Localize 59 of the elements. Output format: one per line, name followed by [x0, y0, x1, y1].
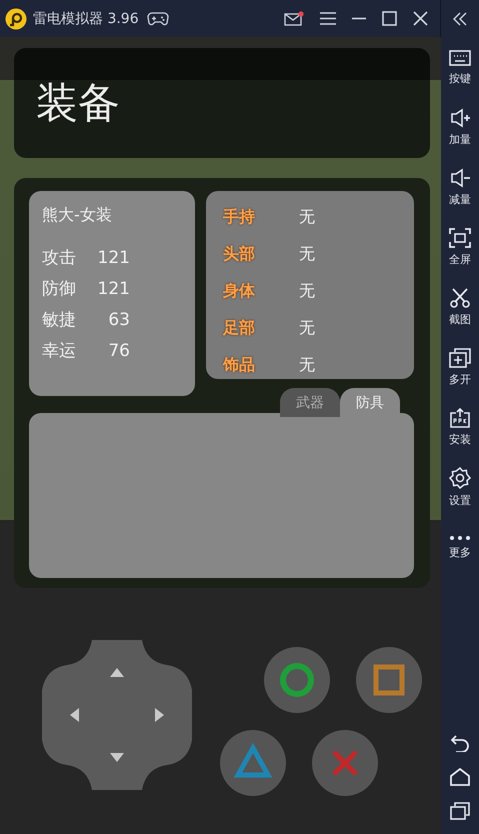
multi-window-icon [449, 348, 471, 368]
menu-button[interactable] [318, 10, 338, 27]
keyboard-icon [449, 48, 471, 66]
sidebar-button[interactable]: 更多 [449, 517, 471, 577]
install-icon [449, 408, 471, 428]
sidebar-button[interactable]: 减量 [449, 157, 471, 217]
maximize-button[interactable] [380, 9, 399, 28]
volume-up-icon [449, 108, 471, 128]
menu-icon [320, 12, 336, 25]
slot-value: 无 [299, 207, 315, 228]
stat-label: 攻击 [42, 247, 77, 269]
cross-button-icon[interactable] [312, 730, 378, 796]
slot-label: 饰品 [223, 355, 256, 376]
slot-value: 无 [299, 281, 315, 302]
stat-value: 63 [107, 310, 130, 330]
stat-value: 76 [107, 340, 130, 360]
sidebar-button[interactable]: 设置 [449, 457, 471, 517]
stat-label: 防御 [42, 278, 77, 300]
sidebar-button[interactable]: 全屏 [449, 217, 471, 277]
circle-button-icon[interactable] [264, 647, 330, 713]
window-title: 雷电模拟器 3.96 [33, 10, 139, 28]
slot-label: 足部 [223, 318, 256, 339]
sidebar-button[interactable]: 按键 [449, 37, 471, 97]
sidebar-button[interactable]: 多开 [449, 337, 471, 397]
settings-icon [449, 466, 471, 488]
slot-label: 头部 [223, 244, 256, 265]
stat-label: 幸运 [42, 340, 77, 362]
back-icon[interactable] [450, 734, 470, 752]
sidebar-button[interactable]: 截图 [449, 277, 471, 337]
gamepad-icon[interactable] [146, 12, 169, 26]
close-icon [413, 11, 428, 26]
collapse-icon[interactable] [452, 12, 468, 26]
logo-icon [5, 8, 27, 30]
slot-value: 无 [299, 244, 315, 265]
scissors-icon [449, 288, 471, 308]
sidebar-button[interactable]: 安装 [449, 397, 471, 457]
minimize-button[interactable] [350, 15, 368, 22]
stat-value: 121 [96, 278, 130, 298]
square-button-icon[interactable] [356, 647, 422, 713]
slot-label: 身体 [223, 281, 256, 302]
mail-button[interactable] [282, 9, 306, 28]
minimize-icon [352, 17, 366, 20]
close-button[interactable] [411, 9, 430, 28]
slot-value: 无 [299, 318, 315, 339]
mail-icon [284, 11, 304, 26]
character-name: 熊大-女装 [42, 205, 113, 226]
more-icon [449, 534, 471, 540]
recent-apps-icon[interactable] [450, 802, 470, 820]
volume-down-icon [449, 168, 471, 188]
triangle-button-icon[interactable] [220, 730, 286, 796]
slot-label: 手持 [223, 207, 256, 228]
stat-label: 敏捷 [42, 309, 77, 331]
sidebar-button[interactable]: 加量 [449, 97, 471, 157]
slot-value: 无 [299, 355, 315, 376]
stat-value: 121 [96, 248, 130, 268]
page-title: 装备 [36, 77, 120, 129]
fullscreen-icon [449, 228, 471, 248]
maximize-icon [382, 11, 397, 26]
home-icon[interactable] [450, 768, 470, 786]
